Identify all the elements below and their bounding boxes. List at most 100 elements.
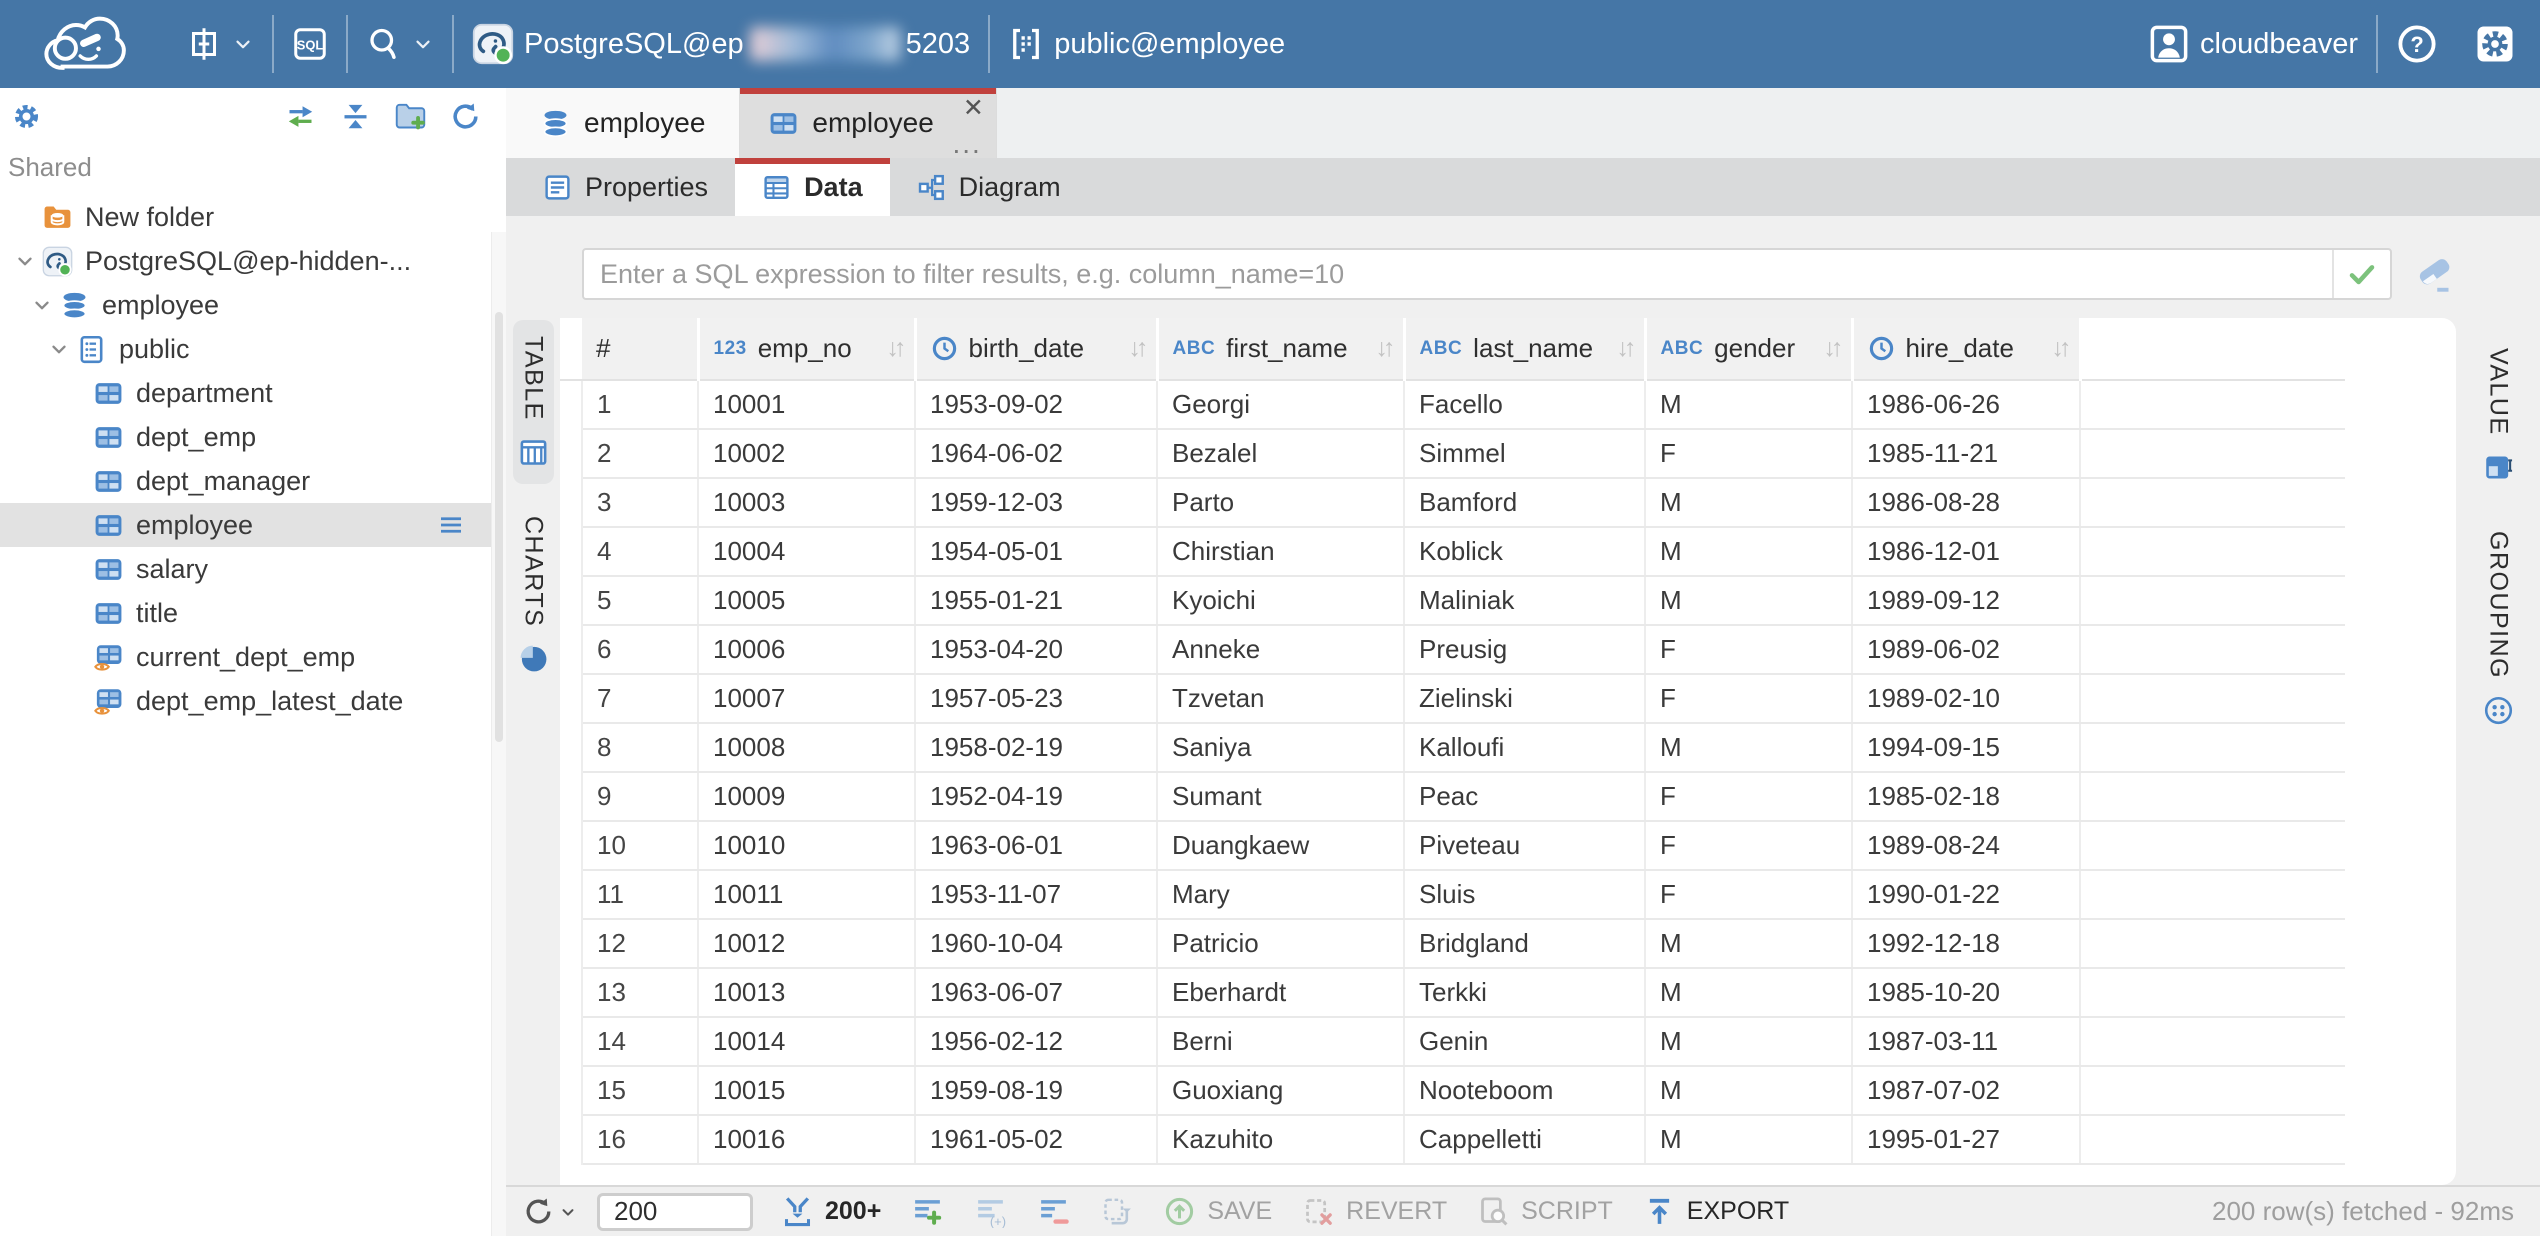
sort-icon[interactable]: ↓↑ xyxy=(1617,334,1634,363)
grid-cell[interactable]: Guoxiang xyxy=(1157,1066,1404,1115)
sort-icon[interactable]: ↓↑ xyxy=(1129,334,1146,363)
grid-cell[interactable]: Berni xyxy=(1157,1017,1404,1066)
grid-cell[interactable]: 1958-02-19 xyxy=(915,723,1157,772)
grid-cell[interactable]: Mary xyxy=(1157,870,1404,919)
grid-cell[interactable]: 1989-06-02 xyxy=(1852,625,2080,674)
tab-options-icon[interactable]: ... xyxy=(952,130,981,158)
column-header-first_name[interactable]: ABCfirst_name↓↑ xyxy=(1157,318,1404,380)
sort-icon[interactable]: ↓↑ xyxy=(2052,334,2069,363)
grid-cell[interactable]: Peac xyxy=(1404,772,1645,821)
refresh-tree-icon[interactable] xyxy=(449,100,482,133)
grid-cell[interactable]: Sluis xyxy=(1404,870,1645,919)
grid-cell[interactable]: 10016 xyxy=(698,1115,915,1164)
subtab-data[interactable]: Data xyxy=(735,158,890,216)
grid-cell[interactable]: Duangkaew xyxy=(1157,821,1404,870)
grid-cell[interactable]: 10005 xyxy=(698,576,915,625)
rail-tab-value[interactable]: VALUE xyxy=(2478,332,2519,499)
tree-item-current-dept-emp[interactable]: current_dept_emp xyxy=(0,635,506,679)
grid-cell[interactable]: 1959-08-19 xyxy=(915,1066,1157,1115)
row-number-cell[interactable]: 16 xyxy=(582,1115,698,1164)
grid-cell[interactable]: 1963-06-07 xyxy=(915,968,1157,1017)
grid-cell[interactable]: Anneke xyxy=(1157,625,1404,674)
grid-cell[interactable]: 1990-01-22 xyxy=(1852,870,2080,919)
grid-cell[interactable]: Parto xyxy=(1157,478,1404,527)
grid-cell[interactable]: F xyxy=(1645,625,1852,674)
grid-cell[interactable]: 1987-03-11 xyxy=(1852,1017,2080,1066)
grid-cell[interactable]: Bezalel xyxy=(1157,429,1404,478)
scrollbar-thumb[interactable] xyxy=(495,312,503,742)
grid-cell[interactable]: Chirstian xyxy=(1157,527,1404,576)
save-button[interactable]: SAVE xyxy=(1163,1195,1272,1228)
editor-tab-employee-1[interactable]: employee✕... xyxy=(740,88,996,158)
grid-cell[interactable]: 10003 xyxy=(698,478,915,527)
grid-cell[interactable]: 10002 xyxy=(698,429,915,478)
row-number-cell[interactable]: 5 xyxy=(582,576,698,625)
grid-cell[interactable]: 1989-09-12 xyxy=(1852,576,2080,625)
grid-cell[interactable]: M xyxy=(1645,380,1852,429)
sort-icon[interactable]: ↓↑ xyxy=(1376,334,1393,363)
new-folder-icon[interactable] xyxy=(394,100,427,133)
column-header-gender[interactable]: ABCgender↓↑ xyxy=(1645,318,1852,380)
grid-cell[interactable]: M xyxy=(1645,1066,1852,1115)
rail-tab-charts[interactable]: CHARTS xyxy=(513,500,554,690)
grid-cell[interactable]: Preusig xyxy=(1404,625,1645,674)
row-number-cell[interactable]: 2 xyxy=(582,429,698,478)
grid-cell[interactable]: Piveteau xyxy=(1404,821,1645,870)
grid-cell[interactable]: Terkki xyxy=(1404,968,1645,1017)
grid-cell[interactable]: Facello xyxy=(1404,380,1645,429)
grid-cell[interactable]: 1957-05-23 xyxy=(915,674,1157,723)
editor-tab-employee-0[interactable]: employee xyxy=(506,88,740,158)
row-number-header[interactable]: # xyxy=(582,318,698,380)
grid-cell[interactable]: Bamford xyxy=(1404,478,1645,527)
grid-cell[interactable]: 10013 xyxy=(698,968,915,1017)
tree-item-dept-emp[interactable]: dept_emp xyxy=(0,415,506,459)
grid-cell[interactable]: 1956-02-12 xyxy=(915,1017,1157,1066)
grid-cell[interactable]: 1995-01-27 xyxy=(1852,1115,2080,1164)
export-button[interactable]: EXPORT xyxy=(1643,1195,1789,1228)
grid-cell[interactable]: 10007 xyxy=(698,674,915,723)
subtab-diagram[interactable]: Diagram xyxy=(890,158,1088,216)
grid-cell[interactable]: Genin xyxy=(1404,1017,1645,1066)
tree-item-public[interactable]: public xyxy=(0,327,506,371)
grid-cell[interactable]: M xyxy=(1645,968,1852,1017)
grid-cell[interactable]: 1985-11-21 xyxy=(1852,429,2080,478)
row-number-cell[interactable]: 4 xyxy=(582,527,698,576)
row-menu-icon[interactable] xyxy=(436,510,466,540)
grid-cell[interactable]: 10010 xyxy=(698,821,915,870)
grid-cell[interactable]: 10006 xyxy=(698,625,915,674)
grid-cell[interactable]: 10012 xyxy=(698,919,915,968)
paste-cell-icon[interactable] xyxy=(1100,1195,1133,1228)
grid-cell[interactable]: Patricio xyxy=(1157,919,1404,968)
grid-cell[interactable]: 1960-10-04 xyxy=(915,919,1157,968)
delete-row-icon[interactable] xyxy=(1037,1195,1070,1228)
tree-item-postgresql-ep-hidden-[interactable]: PostgreSQL@ep-hidden-... xyxy=(0,239,506,283)
sql-filter-input[interactable] xyxy=(584,250,2332,298)
tree-item-title[interactable]: title xyxy=(0,591,506,635)
grid-cell[interactable]: M xyxy=(1645,919,1852,968)
refresh-results-button[interactable] xyxy=(522,1195,577,1228)
grid-cell[interactable]: Kazuhito xyxy=(1157,1115,1404,1164)
grid-cell[interactable]: Nooteboom xyxy=(1404,1066,1645,1115)
column-header-birth_date[interactable]: birth_date↓↑ xyxy=(915,318,1157,380)
user-menu-button[interactable]: cloudbeaver xyxy=(2130,0,2376,88)
grid-cell[interactable]: Georgi xyxy=(1157,380,1404,429)
row-number-cell[interactable]: 15 xyxy=(582,1066,698,1115)
grid-cell[interactable]: 1985-10-20 xyxy=(1852,968,2080,1017)
grid-cell[interactable]: Kalloufi xyxy=(1404,723,1645,772)
collapse-all-icon[interactable] xyxy=(339,100,372,133)
sync-connection-icon[interactable] xyxy=(284,100,317,133)
grid-cell[interactable]: Saniya xyxy=(1157,723,1404,772)
grid-cell[interactable]: 10011 xyxy=(698,870,915,919)
grid-cell[interactable]: 1994-09-15 xyxy=(1852,723,2080,772)
row-number-cell[interactable]: 3 xyxy=(582,478,698,527)
row-number-cell[interactable]: 6 xyxy=(582,625,698,674)
column-header-emp_no[interactable]: 123emp_no↓↑ xyxy=(698,318,915,380)
grid-cell[interactable]: 1985-02-18 xyxy=(1852,772,2080,821)
row-limit-input[interactable] xyxy=(597,1193,753,1231)
grid-cell[interactable]: Maliniak xyxy=(1404,576,1645,625)
script-button[interactable]: SCRIPT xyxy=(1477,1195,1613,1228)
tree-item-dept-emp-latest-date[interactable]: dept_emp_latest_date xyxy=(0,679,506,723)
grid-cell[interactable]: 1954-05-01 xyxy=(915,527,1157,576)
tree-expander-icon[interactable] xyxy=(25,293,59,317)
grid-cell[interactable]: 1992-12-18 xyxy=(1852,919,2080,968)
